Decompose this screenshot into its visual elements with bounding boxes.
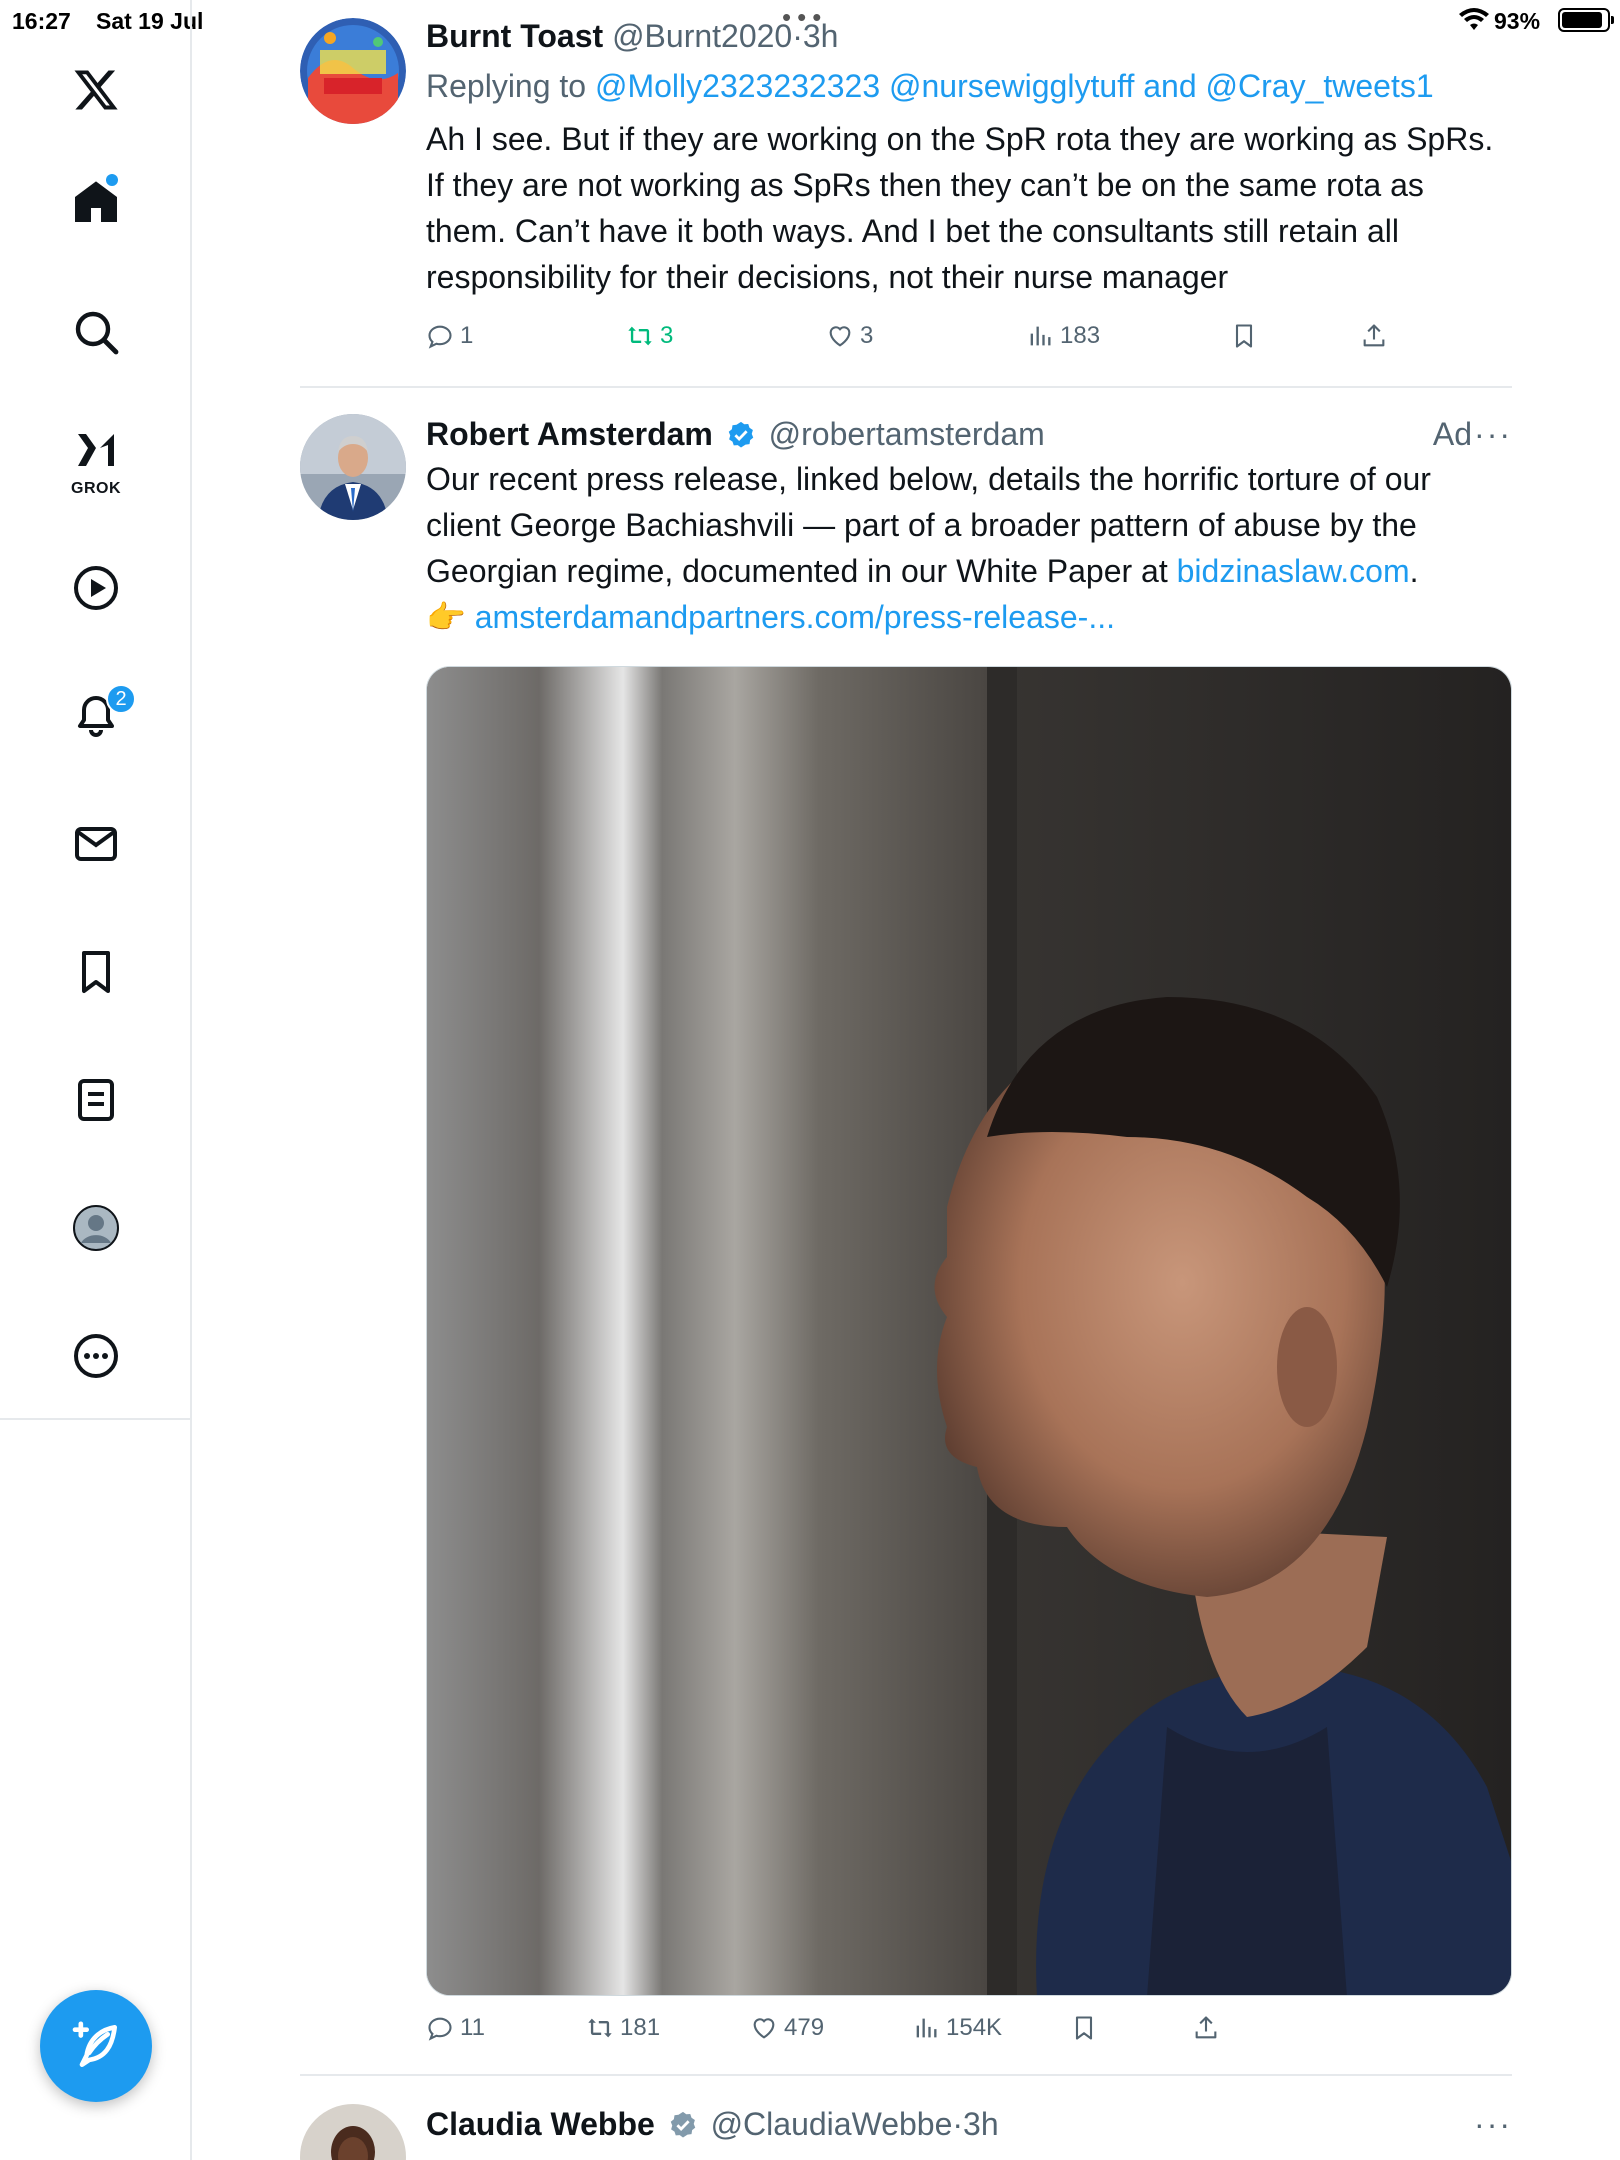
retweet-count: 3	[660, 322, 674, 349]
tweet[interactable]: Burnt Toast @Burnt2020·3h Replying to @M…	[300, 16, 1512, 356]
play-icon	[74, 566, 118, 610]
tweet-time[interactable]: 3h	[803, 18, 839, 54]
bookmark-icon	[82, 951, 110, 993]
reply-context: Replying to @Molly2323232323 @nursewiggl…	[426, 66, 1512, 106]
tweet-author-handle[interactable]: @robertamsterdam	[769, 416, 1045, 452]
list-icon	[78, 1079, 114, 1121]
views-button[interactable]: 183	[1026, 322, 1100, 350]
avatar[interactable]	[300, 414, 406, 520]
sidebar: GROK 2	[0, 0, 192, 2160]
more-options-icon[interactable]: ···	[1474, 414, 1512, 454]
time-separator: ·	[792, 18, 803, 54]
reply-icon	[428, 2017, 452, 2041]
retweet-icon	[628, 326, 652, 346]
tweet-text: Ah I see. But if they are working on the…	[426, 121, 1494, 295]
share-button[interactable]	[1192, 2014, 1220, 2042]
reply-mentions-link[interactable]: @Molly2323232323 @nursewigglytuff and @C…	[595, 68, 1434, 104]
bookmark-button[interactable]	[1230, 322, 1258, 350]
verified-badge-icon	[728, 421, 754, 448]
more-circle-icon	[74, 1334, 118, 1378]
more-options-icon[interactable]: ···	[1474, 2104, 1512, 2144]
promoted-tweet[interactable]: Robert Amsterdam @robertamsterdam Ad ···…	[300, 414, 1512, 2054]
view-count: 154K	[946, 2014, 1003, 2041]
sidebar-item-grok[interactable]: GROK	[60, 416, 132, 502]
retweet-button[interactable]: 181	[586, 2014, 660, 2042]
like-button[interactable]: 3	[826, 322, 873, 350]
share-icon	[1195, 2016, 1217, 2039]
sidebar-item-video[interactable]	[60, 552, 132, 624]
tweet-actions: 1 3 3 183	[426, 322, 1506, 362]
reply-prefix: Replying to	[426, 68, 587, 104]
reply-icon	[428, 325, 452, 349]
sidebar-item-notifications[interactable]: 2	[60, 680, 136, 752]
avatar[interactable]	[300, 18, 406, 124]
search-icon	[75, 311, 119, 355]
like-count: 479	[784, 2014, 825, 2041]
tweet[interactable]: Claudia Webbe @ClaudiaWebbe·3h ···	[300, 2104, 1512, 2160]
retweet-icon	[588, 2018, 612, 2038]
tweet-time[interactable]: 3h	[963, 2106, 999, 2142]
tweet-media-image[interactable]	[426, 666, 1512, 1996]
reply-count: 11	[460, 2014, 485, 2041]
tweet-author-name[interactable]: Claudia Webbe	[426, 2106, 655, 2142]
tweet-author-handle[interactable]: @ClaudiaWebbe	[711, 2106, 953, 2142]
tweet-author-name[interactable]: Burnt Toast	[426, 18, 603, 54]
tweet-header: Burnt Toast @Burnt2020·3h	[426, 16, 1512, 56]
compose-button[interactable]	[40, 1990, 152, 2102]
views-icon	[916, 2018, 937, 2038]
verified-badge-icon	[670, 2111, 695, 2138]
sidebar-item-home[interactable]	[60, 166, 132, 238]
bookmark-icon	[1075, 2016, 1093, 2040]
like-button[interactable]: 479	[750, 2014, 824, 2042]
tweet-text: Our recent press release, linked below, …	[426, 456, 1512, 640]
heart-icon	[753, 2018, 775, 2039]
tweet-link[interactable]: bidzinaslaw.com	[1177, 553, 1410, 589]
pointing-emoji: 👉	[426, 599, 466, 635]
reply-count: 1	[460, 322, 474, 349]
tweet-divider	[300, 386, 1512, 388]
views-icon	[1030, 326, 1051, 346]
sidebar-item-messages[interactable]	[60, 808, 132, 880]
view-count: 183	[1060, 322, 1101, 349]
heart-icon	[829, 326, 851, 347]
share-button[interactable]	[1360, 322, 1388, 350]
bookmark-icon	[1235, 324, 1253, 348]
sidebar-item-search[interactable]	[60, 296, 132, 368]
battery-icon	[1558, 8, 1614, 32]
sidebar-item-bookmarks[interactable]	[60, 936, 132, 1008]
avatar[interactable]	[300, 2104, 406, 2160]
sidebar-divider	[0, 1418, 192, 1420]
bookmark-button[interactable]	[1070, 2014, 1098, 2042]
reply-button[interactable]: 11	[426, 2014, 485, 2042]
reply-button[interactable]: 1	[426, 322, 473, 350]
tweet-link[interactable]: amsterdamandpartners.com/press-release-.…	[475, 599, 1115, 635]
retweet-button[interactable]: 3	[626, 322, 673, 350]
tweet-header: Robert Amsterdam @robertamsterdam Ad ···	[426, 414, 1512, 454]
grok-label: GROK	[71, 480, 121, 497]
tweet-author-handle[interactable]: @Burnt2020	[612, 18, 792, 54]
sidebar-item-profile[interactable]	[60, 1192, 132, 1264]
tweet-text-part: .	[1409, 553, 1419, 589]
mail-icon	[75, 827, 117, 861]
compose-icon	[72, 2021, 117, 2067]
grok-icon	[78, 434, 114, 466]
like-count: 3	[860, 322, 874, 349]
ad-label: Ad	[1432, 416, 1472, 452]
tweet-actions: 11 181 479 154K	[426, 2014, 1506, 2054]
notifications-badge: 2	[106, 684, 136, 714]
share-icon	[1363, 324, 1385, 347]
x-logo-icon[interactable]	[60, 54, 132, 126]
retweet-count: 181	[620, 2014, 661, 2041]
tweet-divider	[300, 2074, 1512, 2076]
views-button[interactable]: 154K	[912, 2014, 1002, 2042]
profile-icon	[73, 1205, 119, 1251]
sidebar-item-more[interactable]	[60, 1320, 132, 1392]
tweet-author-name[interactable]: Robert Amsterdam	[426, 416, 713, 452]
home-notification-dot	[106, 174, 118, 186]
time-separator: ·	[952, 2106, 964, 2142]
tweet-header: Claudia Webbe @ClaudiaWebbe·3h ···	[426, 2104, 1512, 2144]
sidebar-item-lists[interactable]	[60, 1064, 132, 1136]
